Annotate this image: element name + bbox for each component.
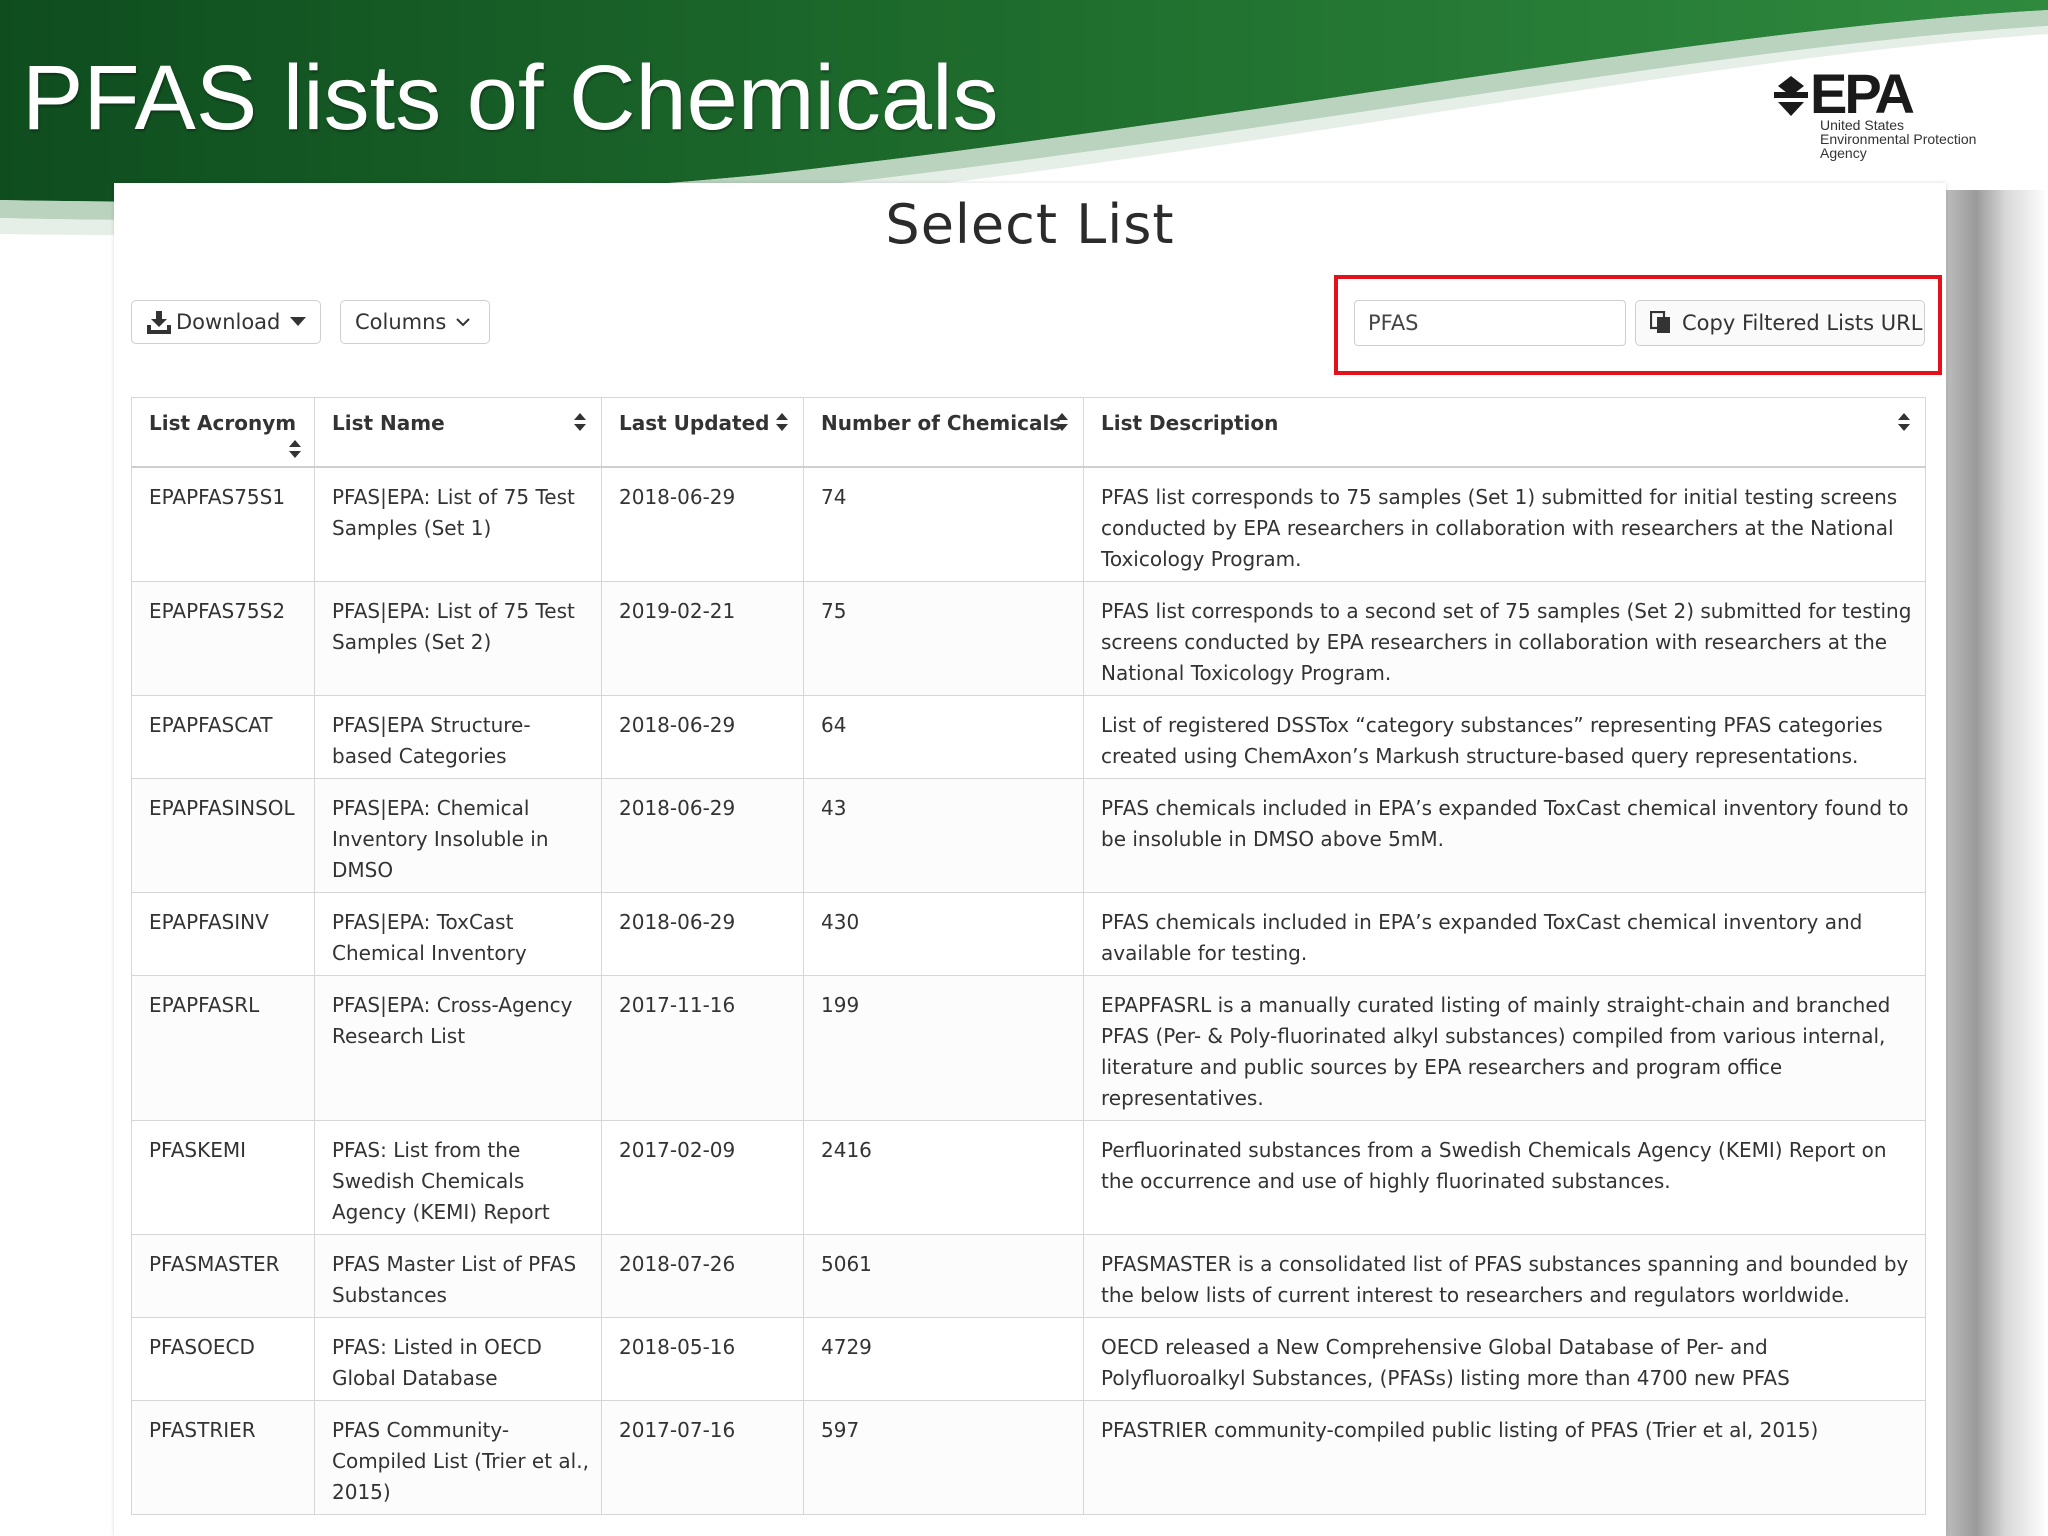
table-row: PFASKEMI PFAS: List from the Swedish Che… bbox=[131, 1120, 1926, 1235]
sort-icon[interactable] bbox=[288, 439, 302, 459]
panel-heading: Select List bbox=[885, 193, 1175, 256]
sort-icon[interactable] bbox=[1055, 412, 1069, 432]
list-description: PFASTRIER community-compiled public list… bbox=[1083, 1400, 1926, 1515]
chemical-count: 5061 bbox=[803, 1234, 1084, 1318]
list-acronym-link[interactable]: EPAPFAS75S1 bbox=[131, 466, 315, 582]
list-acronym-link[interactable]: EPAPFAS75S2 bbox=[131, 581, 315, 696]
caret-down-icon bbox=[290, 317, 307, 326]
list-acronym-link[interactable]: PFASTRIER bbox=[131, 1400, 315, 1515]
list-name-link[interactable]: PFAS Master List of PFAS Substances bbox=[314, 1234, 602, 1318]
epa-logo: EPA United States Environmental Protecti… bbox=[1770, 66, 2010, 166]
download-button[interactable]: Download bbox=[131, 300, 321, 344]
list-name-link[interactable]: PFAS: Listed in OECD Global Database bbox=[314, 1317, 602, 1401]
last-updated: 2018-07-26 bbox=[601, 1234, 804, 1318]
list-acronym-link[interactable]: PFASKEMI bbox=[131, 1120, 315, 1235]
last-updated: 2017-02-09 bbox=[601, 1120, 804, 1235]
search-input[interactable] bbox=[1354, 300, 1626, 346]
header-list-description[interactable]: List Description bbox=[1083, 397, 1926, 468]
list-name-link[interactable]: PFAS: List from the Swedish Chemicals Ag… bbox=[314, 1120, 602, 1235]
sort-icon[interactable] bbox=[775, 412, 789, 432]
list-description: PFAS list corresponds to 75 samples (Set… bbox=[1083, 466, 1926, 582]
chemical-count: 597 bbox=[803, 1400, 1084, 1515]
list-name-link[interactable]: PFAS|EPA: List of 75 Test Samples (Set 2… bbox=[314, 581, 602, 696]
last-updated: 2018-06-29 bbox=[601, 466, 804, 582]
list-acronym-link[interactable]: PFASOECD bbox=[131, 1317, 315, 1401]
list-description: PFAS list corresponds to a second set of… bbox=[1083, 581, 1926, 696]
last-updated: 2018-06-29 bbox=[601, 695, 804, 779]
chemical-count: 199 bbox=[803, 975, 1084, 1121]
header-number-of-chemicals[interactable]: Number of Chemicals bbox=[803, 397, 1084, 468]
list-description: PFAS chemicals included in EPA’s expande… bbox=[1083, 892, 1926, 976]
download-icon bbox=[147, 311, 171, 334]
panel-shadow bbox=[1946, 190, 2048, 1536]
last-updated: 2018-06-29 bbox=[601, 778, 804, 893]
header-last-updated[interactable]: Last Updated bbox=[601, 397, 804, 468]
copy-label: Copy Filtered Lists URL bbox=[1682, 311, 1923, 335]
last-updated: 2018-06-29 bbox=[601, 892, 804, 976]
chemical-count: 430 bbox=[803, 892, 1084, 976]
list-description: PFASMASTER is a consolidated list of PFA… bbox=[1083, 1234, 1926, 1318]
list-description: List of registered DSSTox “category subs… bbox=[1083, 695, 1926, 779]
header-list-acronym[interactable]: List Acronym bbox=[131, 397, 315, 468]
table-row: EPAPFASINSOL PFAS|EPA: Chemical Inventor… bbox=[131, 778, 1926, 893]
table-row: PFASMASTER PFAS Master List of PFAS Subs… bbox=[131, 1234, 1926, 1318]
header-list-name[interactable]: List Name bbox=[314, 397, 602, 468]
chemical-count: 74 bbox=[803, 466, 1084, 582]
list-name-link[interactable]: PFAS|EPA: List of 75 Test Samples (Set 1… bbox=[314, 466, 602, 582]
list-name-link[interactable]: PFAS|EPA Structure-based Categories bbox=[314, 695, 602, 779]
list-name-link[interactable]: PFAS|EPA: Cross-Agency Research List bbox=[314, 975, 602, 1121]
chemical-count: 2416 bbox=[803, 1120, 1084, 1235]
list-acronym-link[interactable]: PFASMASTER bbox=[131, 1234, 315, 1318]
last-updated: 2017-07-16 bbox=[601, 1400, 804, 1515]
sort-icon[interactable] bbox=[1897, 412, 1911, 432]
table-row: EPAPFASINV PFAS|EPA: ToxCast Chemical In… bbox=[131, 892, 1926, 976]
list-name-link[interactable]: PFAS|EPA: ToxCast Chemical Inventory bbox=[314, 892, 602, 976]
copy-icon bbox=[1650, 311, 1670, 333]
chemical-count: 43 bbox=[803, 778, 1084, 893]
sort-icon[interactable] bbox=[573, 412, 587, 432]
chemical-count: 64 bbox=[803, 695, 1084, 779]
list-description: OECD released a New Comprehensive Global… bbox=[1083, 1317, 1926, 1401]
table-row: PFASOECD PFAS: Listed in OECD Global Dat… bbox=[131, 1317, 1926, 1401]
list-description: Perfluorinated substances from a Swedish… bbox=[1083, 1120, 1926, 1235]
epa-wordmark: EPA bbox=[1810, 62, 1915, 125]
table-body: EPAPFAS75S1 PFAS|EPA: List of 75 Test Sa… bbox=[131, 466, 1926, 1515]
list-name-link[interactable]: PFAS Community-Compiled List (Trier et a… bbox=[314, 1400, 602, 1515]
slide-title: PFAS lists of Chemicals bbox=[22, 47, 999, 149]
list-acronym-link[interactable]: EPAPFASCAT bbox=[131, 695, 315, 779]
list-acronym-link[interactable]: EPAPFASINSOL bbox=[131, 778, 315, 893]
table-row: EPAPFAS75S2 PFAS|EPA: List of 75 Test Sa… bbox=[131, 581, 1926, 696]
list-description: PFAS chemicals included in EPA’s expande… bbox=[1083, 778, 1926, 893]
table-row: PFASTRIER PFAS Community-Compiled List (… bbox=[131, 1400, 1926, 1515]
columns-button[interactable]: Columns bbox=[340, 300, 490, 344]
list-acronym-link[interactable]: EPAPFASINV bbox=[131, 892, 315, 976]
last-updated: 2018-05-16 bbox=[601, 1317, 804, 1401]
last-updated: 2017-11-16 bbox=[601, 975, 804, 1121]
copy-filtered-url-button[interactable]: Copy Filtered Lists URL bbox=[1635, 300, 1925, 346]
table-header-row: List Acronym List Name Last Updated Numb… bbox=[131, 397, 1926, 468]
download-label: Download bbox=[176, 310, 281, 334]
lists-table: List Acronym List Name Last Updated Numb… bbox=[131, 397, 1926, 1515]
table-row: EPAPFAS75S1 PFAS|EPA: List of 75 Test Sa… bbox=[131, 466, 1926, 582]
list-description: EPAPFASRL is a manually curated listing … bbox=[1083, 975, 1926, 1121]
select-list-panel: Select List Download Columns Copy Filter… bbox=[114, 183, 1946, 1536]
chemical-count: 75 bbox=[803, 581, 1084, 696]
epa-subtitle: United States Environmental Protection A… bbox=[1820, 117, 1977, 161]
list-name-link[interactable]: PFAS|EPA: Chemical Inventory Insoluble i… bbox=[314, 778, 602, 893]
table-row: EPAPFASCAT PFAS|EPA Structure-based Cate… bbox=[131, 695, 1926, 779]
chemical-count: 4729 bbox=[803, 1317, 1084, 1401]
last-updated: 2019-02-21 bbox=[601, 581, 804, 696]
chevron-down-icon bbox=[456, 317, 471, 326]
epa-flower-icon bbox=[1774, 76, 1808, 116]
columns-label: Columns bbox=[355, 310, 447, 334]
table-row: EPAPFASRL PFAS|EPA: Cross-Agency Researc… bbox=[131, 975, 1926, 1121]
list-acronym-link[interactable]: EPAPFASRL bbox=[131, 975, 315, 1121]
